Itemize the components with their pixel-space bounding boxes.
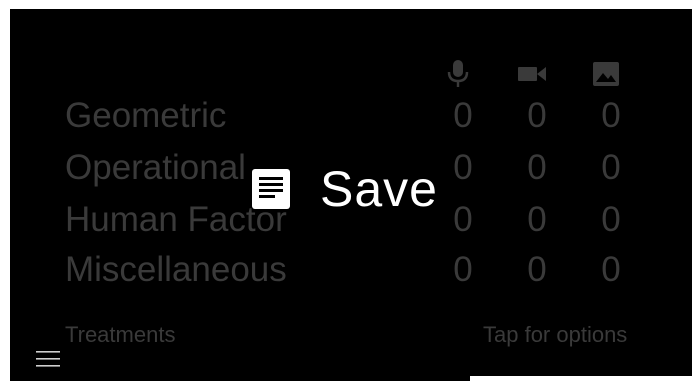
video-count: 0 xyxy=(527,200,547,239)
video-count: 0 xyxy=(527,250,547,289)
save-label: Save xyxy=(320,161,438,217)
microphone-icon xyxy=(440,56,476,92)
audio-count: 0 xyxy=(453,250,473,289)
list-item[interactable]: Geometric 0 0 0 xyxy=(65,91,665,141)
footer-hint: Tap for options xyxy=(483,322,628,347)
row-label: Miscellaneous xyxy=(65,250,287,289)
row-label: Geometric xyxy=(65,96,227,135)
column-header-row xyxy=(10,56,692,92)
note-icon xyxy=(250,167,292,211)
audio-count: 0 xyxy=(453,148,473,187)
footer-treatments: Treatments xyxy=(65,322,176,347)
list-item[interactable]: Miscellaneous 0 0 0 xyxy=(65,245,665,295)
image-count: 0 xyxy=(601,200,621,239)
image-count: 0 xyxy=(601,96,621,135)
video-camera-icon xyxy=(514,56,550,92)
row-label: Operational xyxy=(65,148,246,187)
video-count: 0 xyxy=(527,96,547,135)
menu-icon[interactable] xyxy=(36,349,62,369)
image-icon xyxy=(588,56,624,92)
image-count: 0 xyxy=(601,148,621,187)
audio-count: 0 xyxy=(453,200,473,239)
audio-count: 0 xyxy=(453,96,473,135)
save-overlay[interactable]: Save xyxy=(250,149,438,229)
image-count: 0 xyxy=(601,250,621,289)
video-count: 0 xyxy=(527,148,547,187)
bottom-strip xyxy=(470,376,700,381)
glass-card[interactable]: Geometric 0 0 0 Operational 0 0 0 Human … xyxy=(10,9,692,381)
